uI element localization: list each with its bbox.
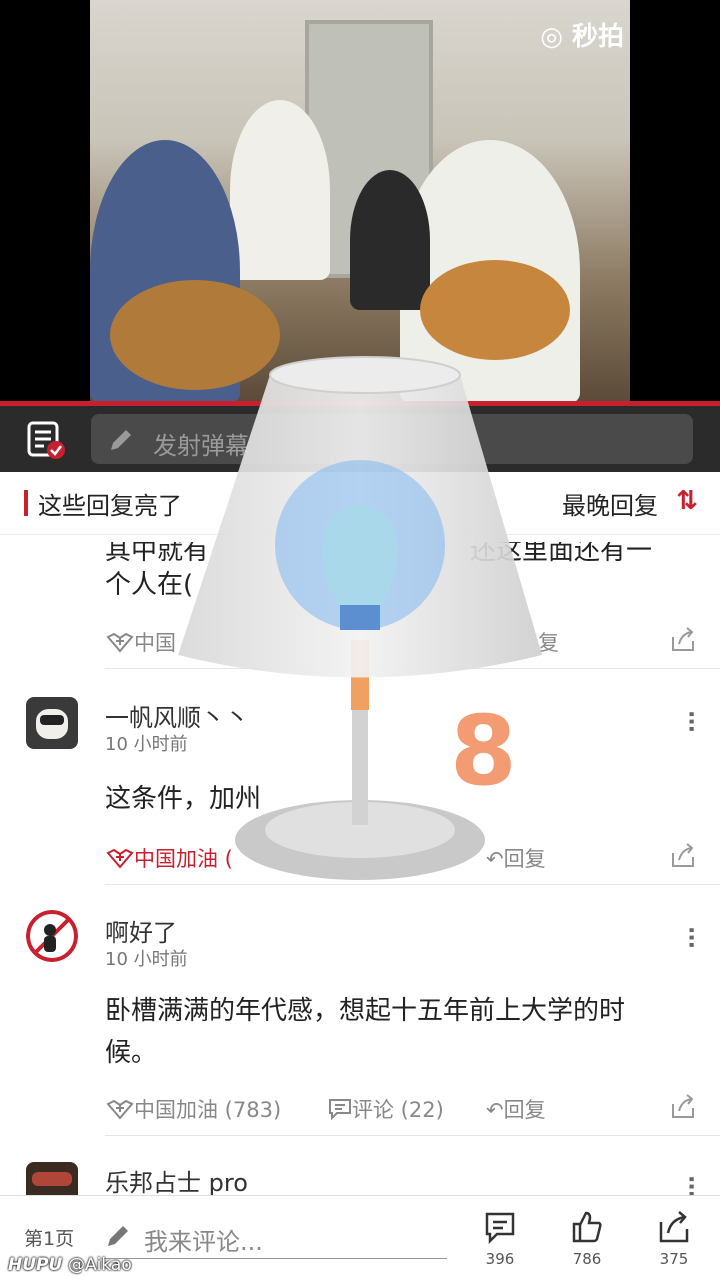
like-count: 786	[572, 1250, 602, 1268]
sort-toggle-icon[interactable]: ⇅	[676, 486, 698, 516]
heart-plus-icon	[106, 848, 134, 869]
avatar[interactable]	[26, 1162, 78, 1195]
more-options-icon[interactable]: ···	[678, 1175, 703, 1195]
overlay-number: 8	[450, 695, 517, 807]
more-options-icon[interactable]: ···	[678, 926, 703, 948]
video-person	[230, 100, 330, 280]
share-icon[interactable]	[670, 627, 696, 653]
heart-plus-icon	[106, 1099, 134, 1120]
section-marker	[24, 490, 28, 516]
username[interactable]: 乐邦占士 pro	[105, 1163, 248, 1198]
hupu-watermark: HUPU	[8, 1255, 63, 1275]
guitar	[420, 260, 570, 360]
share-icon	[659, 1211, 689, 1243]
share-count: 375	[659, 1250, 689, 1268]
thumbs-up-icon	[572, 1211, 602, 1243]
video-frame	[90, 0, 630, 403]
avatar[interactable]	[26, 697, 78, 749]
like-count-button[interactable]: 786	[557, 1210, 617, 1268]
video-watermark: ◎ 秒拍	[540, 22, 624, 52]
share-icon[interactable]	[670, 1094, 696, 1120]
like-button[interactable]: 中国	[106, 627, 176, 657]
pencil-icon	[108, 1226, 128, 1246]
reply-button[interactable]: ↶回复	[486, 1094, 546, 1124]
speech-bubble-icon	[329, 1099, 351, 1121]
comment-text-line: 候。	[105, 1038, 158, 1068]
section-title: 这些回复亮了	[38, 492, 182, 520]
comment-count: 396	[485, 1250, 515, 1268]
comment-count-button[interactable]: 评论 (22)	[328, 1094, 444, 1124]
comment-input[interactable]: 我来评论...	[102, 1214, 447, 1259]
lamp-overlay-image	[178, 356, 542, 880]
pencil-icon	[111, 430, 131, 450]
avatar[interactable]	[26, 910, 78, 962]
video-person	[350, 170, 430, 310]
comment-placeholder: 我来评论...	[144, 1228, 263, 1256]
more-options-icon[interactable]: ···	[678, 710, 703, 732]
share-icon[interactable]	[670, 843, 696, 869]
page-indicator[interactable]: 第1页	[24, 1224, 74, 1251]
sort-order-button[interactable]: 最晚回复	[562, 486, 658, 521]
share-count-button[interactable]: 375	[644, 1210, 704, 1268]
like-button[interactable]: 中国加油 (783)	[106, 1094, 281, 1124]
reply-arrow-icon: ↶	[486, 1098, 504, 1122]
video-player[interactable]: ◎ 秒拍	[0, 0, 720, 403]
divider	[105, 1135, 720, 1136]
comment-count-button[interactable]: 396	[470, 1210, 530, 1268]
comment-text-line: 卧槽满满的年代感，想起十五年前上大学的时	[105, 996, 626, 1026]
heart-plus-icon	[106, 632, 134, 653]
author-watermark: @Aikao	[68, 1255, 132, 1275]
comment-icon	[485, 1212, 515, 1245]
danmaku-toggle-icon[interactable]	[26, 420, 66, 460]
username[interactable]: 啊好了	[105, 913, 177, 948]
timestamp: 10 小时前	[105, 949, 188, 970]
